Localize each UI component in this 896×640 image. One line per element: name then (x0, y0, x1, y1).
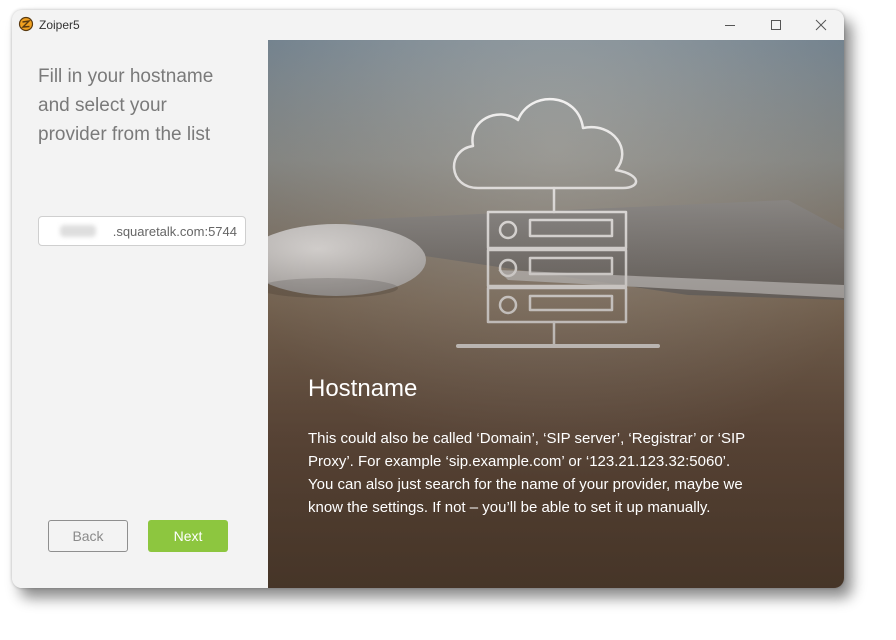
back-button[interactable]: Back (48, 520, 128, 552)
minimize-button[interactable] (707, 10, 753, 40)
info-title: Hostname (308, 375, 418, 402)
zoiper-logo-icon (18, 16, 34, 32)
close-icon (815, 19, 827, 31)
info-paragraph-2: You can also just search for the name of… (308, 476, 743, 516)
maximize-icon (771, 20, 781, 30)
title-bar[interactable]: Zoiper5 (12, 10, 844, 40)
setup-form-panel: Fill in your hostname and select your pr… (12, 40, 268, 588)
info-paragraph-1: This could also be called ‘Domain’, ‘SIP… (308, 430, 745, 470)
maximize-button[interactable] (753, 10, 799, 40)
info-panel: Hostname This could also be called ‘Doma… (268, 40, 844, 588)
page-heading: Fill in your hostname and select your pr… (38, 66, 214, 145)
zoiper-window: Zoiper5 Fill in your hostname and select… (12, 10, 844, 588)
next-button[interactable]: Next (148, 520, 228, 552)
info-description: This could also be called ‘Domain’, ‘SIP… (308, 427, 758, 519)
redacted-hostname-prefix (60, 225, 96, 237)
window-title: Zoiper5 (39, 18, 80, 32)
minimize-icon (725, 25, 735, 26)
close-button[interactable] (798, 10, 844, 40)
